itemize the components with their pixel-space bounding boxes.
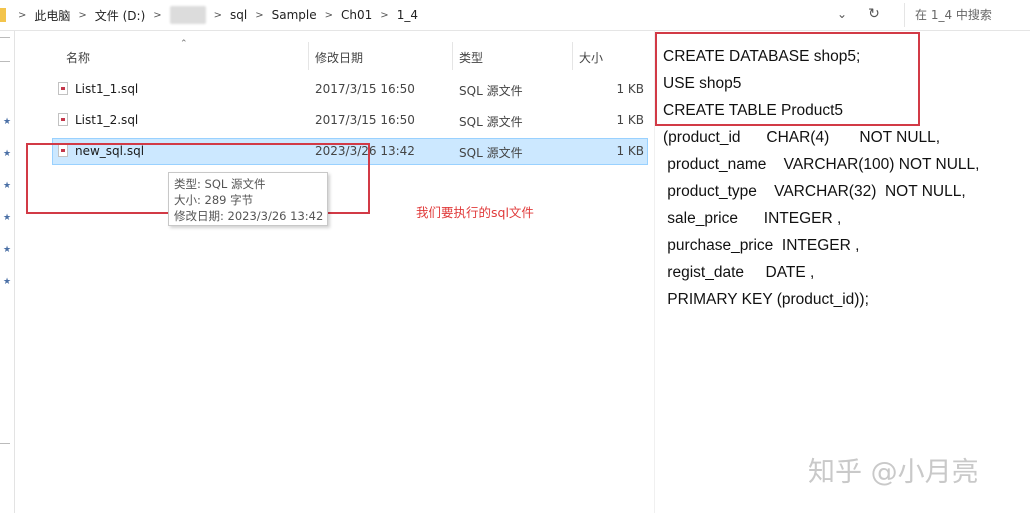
chevron-right-icon[interactable]: > [18, 10, 26, 21]
column-header-size[interactable]: 大小 [579, 49, 603, 66]
pin-icon[interactable]: ★ [2, 277, 12, 287]
sql-line: PRIMARY KEY (product_id)); [663, 291, 869, 308]
breadcrumb-blurred-folder[interactable] [169, 6, 206, 24]
chevron-right-icon[interactable]: > [325, 10, 333, 21]
address-bar: > 此电脑 > 文件 (D:) > > sql > Sample > Ch01 … [0, 0, 1030, 31]
file-row-list1-1[interactable]: List1_1.sql 2017/3/15 16:50 SQL 源文件 1 KB [52, 76, 648, 103]
folder-icon [0, 8, 6, 22]
breadcrumb-sample[interactable]: Sample [272, 8, 317, 22]
sql-line: sale_price INTEGER , [663, 210, 842, 227]
breadcrumb-this-pc[interactable]: 此电脑 [34, 7, 70, 24]
column-divider[interactable] [452, 42, 453, 70]
breadcrumb-ch01[interactable]: Ch01 [341, 8, 372, 22]
column-header-type[interactable]: 类型 [459, 49, 483, 66]
file-type: SQL 源文件 [459, 84, 523, 98]
column-header-name[interactable]: 名称 [66, 49, 90, 66]
sql-line: (product_id CHAR(4) NOT NULL, [663, 129, 941, 146]
chevron-right-icon[interactable]: > [255, 10, 263, 21]
sql-file-icon [58, 113, 68, 126]
chevron-right-icon[interactable]: > [380, 10, 388, 21]
sql-line: product_type VARCHAR(32) NOT NULL, [663, 183, 966, 200]
chevron-down-icon[interactable]: ⌄ [834, 6, 850, 22]
file-tooltip: 类型: SQL 源文件 大小: 289 字节 修改日期: 2023/3/26 1… [168, 172, 328, 226]
file-date: 2017/3/15 16:50 [315, 113, 415, 127]
chevron-right-icon[interactable]: > [78, 10, 86, 21]
sql-file-icon [58, 82, 68, 95]
annotation-label: 我们要执行的sql文件 [416, 205, 534, 220]
file-row-list1-2[interactable]: List1_2.sql 2017/3/15 16:50 SQL 源文件 1 KB [52, 107, 648, 134]
pin-icon[interactable]: ★ [2, 245, 12, 255]
pin-icon[interactable]: ★ [2, 117, 12, 127]
navigation-pane: ★ ★ ★ ★ ★ ★ [0, 31, 15, 513]
file-size: 1 KB [616, 144, 644, 158]
tooltip-size: 大小: 289 字节 [174, 193, 254, 207]
sql-line: regist_date DATE , [663, 264, 815, 281]
nav-divider [0, 61, 10, 62]
sort-up-icon: ⌃ [180, 39, 188, 49]
file-name: List1_1.sql [75, 82, 139, 96]
column-header-date[interactable]: 修改日期 [315, 49, 363, 66]
nav-divider [0, 37, 10, 38]
search-input[interactable]: 在 1_4 中搜索 [904, 3, 1030, 27]
file-size: 1 KB [616, 82, 644, 96]
file-list-header: ⌃ 名称 修改日期 类型 大小 [52, 39, 652, 70]
sql-line: USE shop5 [663, 75, 742, 92]
nav-divider [0, 443, 10, 444]
sql-line: CREATE TABLE Product5 [663, 102, 844, 119]
breadcrumb-sql[interactable]: sql [230, 8, 247, 22]
breadcrumb-1-4[interactable]: 1_4 [397, 8, 418, 22]
file-type: SQL 源文件 [459, 146, 523, 160]
file-type: SQL 源文件 [459, 115, 523, 129]
file-name: List1_2.sql [75, 113, 139, 127]
pin-icon[interactable]: ★ [2, 149, 12, 159]
column-divider[interactable] [572, 42, 573, 70]
breadcrumb-drive-d[interactable]: 文件 (D:) [95, 7, 145, 24]
chevron-right-icon[interactable]: > [153, 10, 161, 21]
tooltip-type: 类型: SQL 源文件 [174, 177, 266, 191]
file-date: 2017/3/15 16:50 [315, 82, 415, 96]
pin-icon[interactable]: ★ [2, 213, 12, 223]
chevron-right-icon[interactable]: > [214, 10, 222, 21]
sql-line: purchase_price INTEGER , [663, 237, 860, 254]
watermark: 知乎 @小月亮 [808, 457, 979, 488]
file-size: 1 KB [616, 113, 644, 127]
tooltip-date: 修改日期: 2023/3/26 13:42 [174, 209, 324, 223]
sql-line: CREATE DATABASE shop5; [663, 48, 861, 65]
pin-icon[interactable]: ★ [2, 181, 12, 191]
refresh-icon[interactable]: ↻ [866, 6, 882, 22]
sql-line: product_name VARCHAR(100) NOT NULL, [663, 156, 980, 173]
breadcrumb: > 此电脑 > 文件 (D:) > > sql > Sample > Ch01 … [0, 0, 832, 30]
column-divider[interactable] [308, 42, 309, 70]
